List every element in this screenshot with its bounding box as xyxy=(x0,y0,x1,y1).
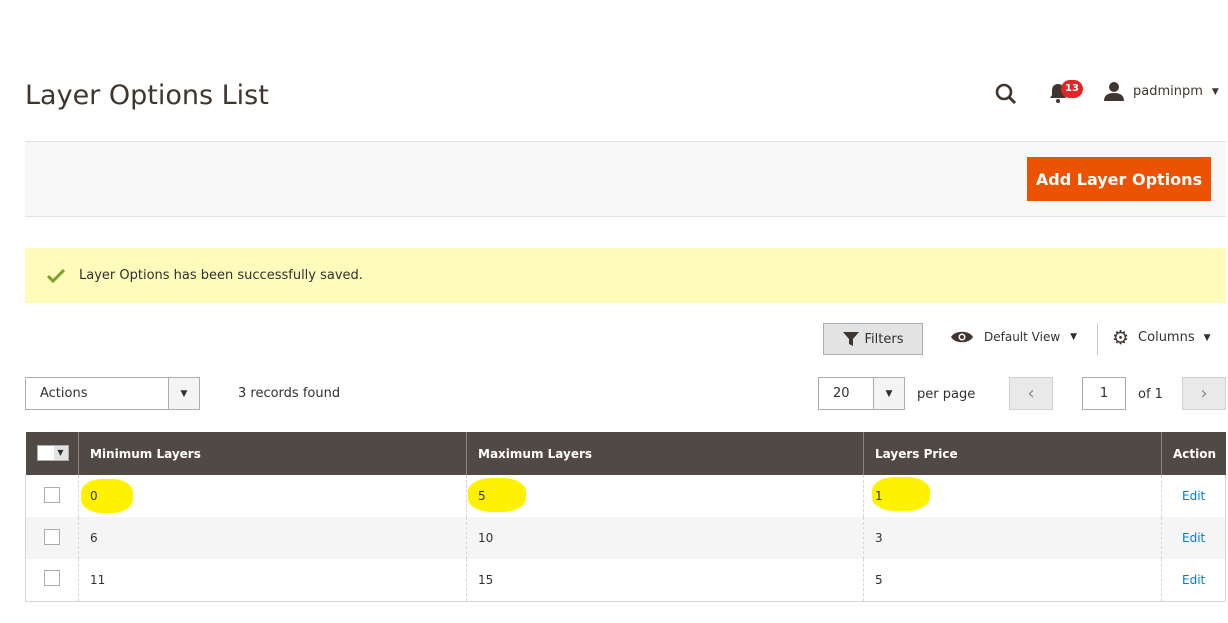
add-layer-options-button[interactable]: Add Layer Options xyxy=(1027,157,1211,201)
filters-label: Filters xyxy=(864,331,904,347)
layers-price: 5 xyxy=(863,559,1162,602)
layers-price: 1 xyxy=(875,489,883,503)
actions-select[interactable]: Actions ▼ xyxy=(25,377,200,410)
eye-icon xyxy=(951,331,973,343)
previous-page-button[interactable]: ‹ xyxy=(1009,377,1053,410)
view-label: Default View xyxy=(984,330,1061,344)
per-page-value: 20 xyxy=(833,386,850,401)
layers-price: 3 xyxy=(863,517,1162,559)
user-icon xyxy=(1104,82,1124,101)
caret-down-icon: ▼ xyxy=(1070,332,1078,342)
highlight-mark xyxy=(468,478,526,512)
maximum-layers: 15 xyxy=(466,559,864,602)
columns-control[interactable]: ⚙ Columns ▼ xyxy=(1112,326,1211,349)
chevron-left-icon: ‹ xyxy=(1027,383,1035,404)
per-page-select[interactable]: 20 ▼ xyxy=(818,377,905,410)
column-header-maximum-layers[interactable]: Maximum Layers xyxy=(466,432,864,475)
column-header-action: Action xyxy=(1161,432,1226,475)
caret-down-icon: ▼ xyxy=(1211,86,1219,97)
filter-icon xyxy=(842,332,859,346)
notification-badge[interactable]: 13 xyxy=(1061,80,1083,98)
search-icon[interactable] xyxy=(994,82,1018,106)
minimum-layers: 0 xyxy=(90,489,98,503)
table-row: 0 5 1 Edit xyxy=(25,475,1226,517)
username: padminpm xyxy=(1133,84,1203,99)
page-total: of 1 xyxy=(1138,387,1163,402)
message-text: Layer Options has been successfully save… xyxy=(79,268,363,283)
actions-label: Actions xyxy=(40,386,88,401)
maximum-layers: 10 xyxy=(466,517,864,559)
minimum-layers: 11 xyxy=(78,559,467,602)
highlight-mark xyxy=(81,479,133,513)
user-menu[interactable]: padminpm ▼ xyxy=(1104,82,1219,101)
next-page-button[interactable]: › xyxy=(1182,377,1226,410)
chevron-right-icon: › xyxy=(1200,383,1208,404)
minimum-layers: 6 xyxy=(78,517,467,559)
divider xyxy=(1097,323,1098,355)
gear-icon: ⚙ xyxy=(1112,326,1130,349)
caret-down-icon: ▼ xyxy=(1203,332,1211,343)
maximum-layers: 5 xyxy=(478,489,486,503)
row-checkbox[interactable] xyxy=(44,570,60,587)
edit-link[interactable]: Edit xyxy=(1182,531,1205,545)
select-all-checkbox[interactable] xyxy=(38,446,54,460)
success-message: Layer Options has been successfully save… xyxy=(25,248,1226,303)
data-grid: ▼ Minimum Layers Maximum Layers Layers P… xyxy=(25,432,1226,602)
columns-label: Columns xyxy=(1138,330,1195,345)
table-row: 11 15 5 Edit xyxy=(25,559,1226,602)
page-input[interactable]: 1 xyxy=(1082,377,1126,410)
caret-down-icon[interactable]: ▼ xyxy=(53,445,68,460)
filters-button[interactable]: Filters xyxy=(823,323,923,355)
edit-link[interactable]: Edit xyxy=(1182,573,1205,587)
table-row: 6 10 3 Edit xyxy=(25,517,1226,559)
edit-link[interactable]: Edit xyxy=(1182,489,1205,503)
row-checkbox[interactable] xyxy=(44,486,60,503)
column-header-minimum-layers[interactable]: Minimum Layers xyxy=(78,432,467,475)
caret-down-icon: ▼ xyxy=(873,378,904,409)
records-found: 3 records found xyxy=(238,386,341,401)
page-title: Layer Options List xyxy=(25,80,269,111)
mass-select[interactable]: ▼ xyxy=(25,432,79,475)
per-page-label: per page xyxy=(917,387,976,402)
caret-down-icon: ▼ xyxy=(168,378,199,409)
row-checkbox[interactable] xyxy=(44,528,60,545)
view-switcher[interactable]: Default View ▼ xyxy=(950,330,1077,344)
checkmark-icon xyxy=(47,268,65,283)
column-header-layers-price[interactable]: Layers Price xyxy=(863,432,1162,475)
